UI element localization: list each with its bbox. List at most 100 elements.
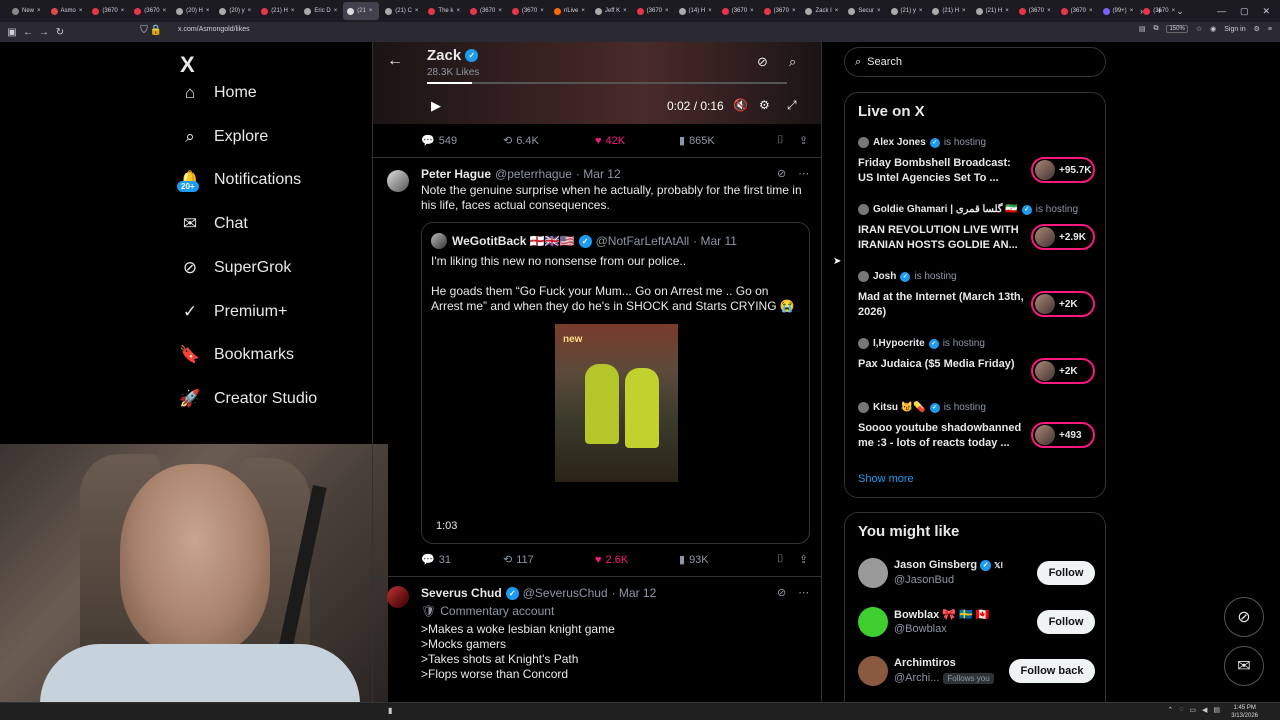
reader-icon[interactable]: ▤ [1139, 25, 1146, 33]
live-broadcast-title[interactable]: Pax Judaica ($5 Media Friday) [858, 357, 1028, 372]
live-broadcast-title[interactable]: IRAN REVOLUTION LIVE WITH IRANIAN HOSTS … [858, 223, 1028, 253]
reply-button[interactable]: 💬 31 [421, 553, 503, 567]
repost-button[interactable]: ⟲ 117 [503, 553, 595, 567]
tab-close-icon[interactable]: × [334, 8, 338, 14]
browser-tab[interactable]: Secur × [844, 2, 884, 20]
messages-fab-icon[interactable]: ✉ [1224, 646, 1264, 686]
sign-in-button[interactable]: Sign in [1224, 26, 1245, 33]
tab-close-icon[interactable]: × [1089, 8, 1093, 14]
quoted-tweet[interactable]: WeGotitBack 🏴󠁧󠁢󠁥󠁮󠁧󠁿🇬🇧🇺🇸 ✓ @NotFarLeftAtA… [421, 222, 810, 544]
tab-close-icon[interactable]: × [248, 8, 252, 14]
star-icon[interactable]: ☆ [1196, 25, 1202, 33]
tab-close-icon[interactable]: × [79, 8, 83, 14]
x-logo-icon[interactable]: X [180, 52, 195, 78]
reply-button[interactable]: 💬 549 [421, 134, 503, 148]
follow-button[interactable]: Follow [1037, 561, 1095, 585]
browser-tab[interactable]: (3670 × [1015, 2, 1055, 20]
sidebar-toggle-icon[interactable]: ▣ [4, 27, 20, 38]
tab-list-icon[interactable]: ⌄ [1176, 6, 1184, 17]
tab-close-icon[interactable]: × [291, 8, 295, 14]
show-more-link[interactable]: Show more [858, 473, 914, 485]
browser-tab[interactable]: (21) y × [887, 2, 927, 20]
nav-item-explore[interactable]: ⌕ Explore [180, 127, 268, 147]
grok-fab-icon[interactable]: ⊘ [1224, 597, 1264, 637]
tab-close-icon[interactable]: × [415, 8, 419, 14]
live-listener-pill[interactable]: +2.9K [1031, 224, 1095, 250]
browser-tab[interactable]: (20) y × [215, 2, 255, 20]
tab-close-icon[interactable]: × [1130, 8, 1134, 14]
grok-icon[interactable]: ⊘ [777, 167, 786, 180]
avatar[interactable] [387, 586, 409, 608]
browser-tab[interactable]: (21) H × [257, 2, 298, 20]
screenshot-icon[interactable]: ⧉ [1153, 25, 1158, 33]
browser-tab[interactable]: (3670 × [466, 2, 506, 20]
search-icon[interactable]: ⌕ [789, 54, 796, 70]
tab-close-icon[interactable]: × [37, 8, 41, 14]
close-icon[interactable]: ✕ [1262, 6, 1270, 17]
tab-close-icon[interactable]: × [835, 8, 839, 14]
more-icon[interactable]: ⋯ [798, 586, 809, 599]
share-icon[interactable]: ⇪ [799, 553, 808, 566]
menu-icon[interactable]: ≡ [1268, 26, 1272, 33]
tab-close-icon[interactable]: × [121, 8, 125, 14]
nav-item-bookmarks[interactable]: 🔖 Bookmarks [179, 345, 294, 365]
tab-close-icon[interactable]: × [750, 8, 754, 14]
chat-tray-icon[interactable]: ▤ [1213, 706, 1220, 714]
tab-close-icon[interactable]: × [1005, 8, 1009, 14]
tab-close-icon[interactable]: × [369, 8, 373, 14]
browser-tab[interactable]: (21) C × [381, 2, 422, 20]
account-icon[interactable]: ◉ [1210, 25, 1216, 33]
mute-icon[interactable]: 🔇 [733, 98, 748, 112]
live-listener-pill[interactable]: +2K [1031, 358, 1095, 384]
live-host[interactable]: Goldie Ghamari | گلسا قمری 🇮🇷 ✓ is hosting [858, 204, 1078, 215]
browser-tab[interactable]: Jeff K × [591, 2, 631, 20]
maximize-icon[interactable]: ▢ [1240, 6, 1249, 17]
browser-tab[interactable]: (21 × [343, 2, 380, 20]
like-button[interactable]: ♥ 42K [595, 135, 679, 147]
tab-close-icon[interactable]: × [962, 8, 966, 14]
lock-icon[interactable]: 🔒 [148, 25, 164, 36]
browser-tab[interactable]: The k × [424, 2, 464, 20]
taskbar-app-icon[interactable]: ▮ [388, 706, 392, 715]
views-button[interactable]: ▮ 93K [679, 553, 777, 567]
browser-tab[interactable]: New × [8, 2, 45, 20]
browser-tab[interactable]: (21) H × [972, 2, 1013, 20]
tab-close-icon[interactable]: × [498, 8, 502, 14]
author-handle[interactable]: @SeverusChud [523, 586, 608, 600]
network-icon[interactable]: ▭ [1189, 706, 1196, 714]
tab-close-icon[interactable]: × [206, 8, 210, 14]
nav-item-home[interactable]: ⌂ Home [180, 83, 257, 103]
browser-tab[interactable]: (20) H × [172, 2, 213, 20]
tab-close-icon[interactable]: × [792, 8, 796, 14]
play-icon[interactable]: ▶ [431, 98, 441, 114]
suggestion-name[interactable]: Jason Ginsberg ✓ 𝕏I [894, 559, 1003, 571]
repost-button[interactable]: ⟲ 6.4K [503, 134, 595, 148]
grok-icon[interactable]: ⊘ [757, 54, 768, 70]
zoom-level[interactable]: 150% [1166, 25, 1188, 33]
browser-tab[interactable]: (3670 × [760, 2, 800, 20]
tweet-date[interactable]: · Mar 12 [612, 586, 657, 600]
live-host[interactable]: Josh ✓ is hosting [858, 271, 957, 282]
extensions-icon[interactable]: ⚙ [1254, 25, 1260, 33]
system-clock[interactable]: 1:45 PM 3/13/2026 [1231, 704, 1258, 720]
browser-tab[interactable]: Zack I × [801, 2, 842, 20]
browser-tab[interactable]: (3670 × [130, 2, 170, 20]
reload-icon[interactable]: ↻ [52, 27, 68, 38]
tab-close-icon[interactable]: × [708, 8, 712, 14]
video-player-header[interactable]: ← Zack ✓ 28.3K Likes ⊘ ⌕ ▶ 0:02 / 0:16 🔇… [373, 42, 821, 124]
quote-video-thumbnail[interactable]: new [555, 324, 678, 482]
volume-icon[interactable]: ◀ [1202, 706, 1207, 714]
live-listener-pill[interactable]: +2K [1031, 291, 1095, 317]
tab-close-icon[interactable]: × [877, 8, 881, 14]
live-listener-pill[interactable]: +493 [1031, 422, 1095, 448]
live-host[interactable]: Kitsu 😼💊 ✓ is hosting [858, 402, 986, 413]
browser-tab[interactable]: (99+) × [1099, 2, 1138, 20]
browser-tab[interactable]: (14) H × [675, 2, 716, 20]
bookmark-icon[interactable]: ⌷ [777, 134, 799, 147]
author-name[interactable]: Severus Chud [421, 586, 502, 600]
url-field[interactable]: x.com/Asmongold/likes [178, 26, 250, 33]
fullscreen-icon[interactable]: ⤢ [787, 98, 797, 113]
tab-close-icon[interactable]: × [1047, 8, 1051, 14]
tweet-date[interactable]: · Mar 12 [576, 167, 621, 181]
tab-close-icon[interactable]: × [540, 8, 544, 14]
